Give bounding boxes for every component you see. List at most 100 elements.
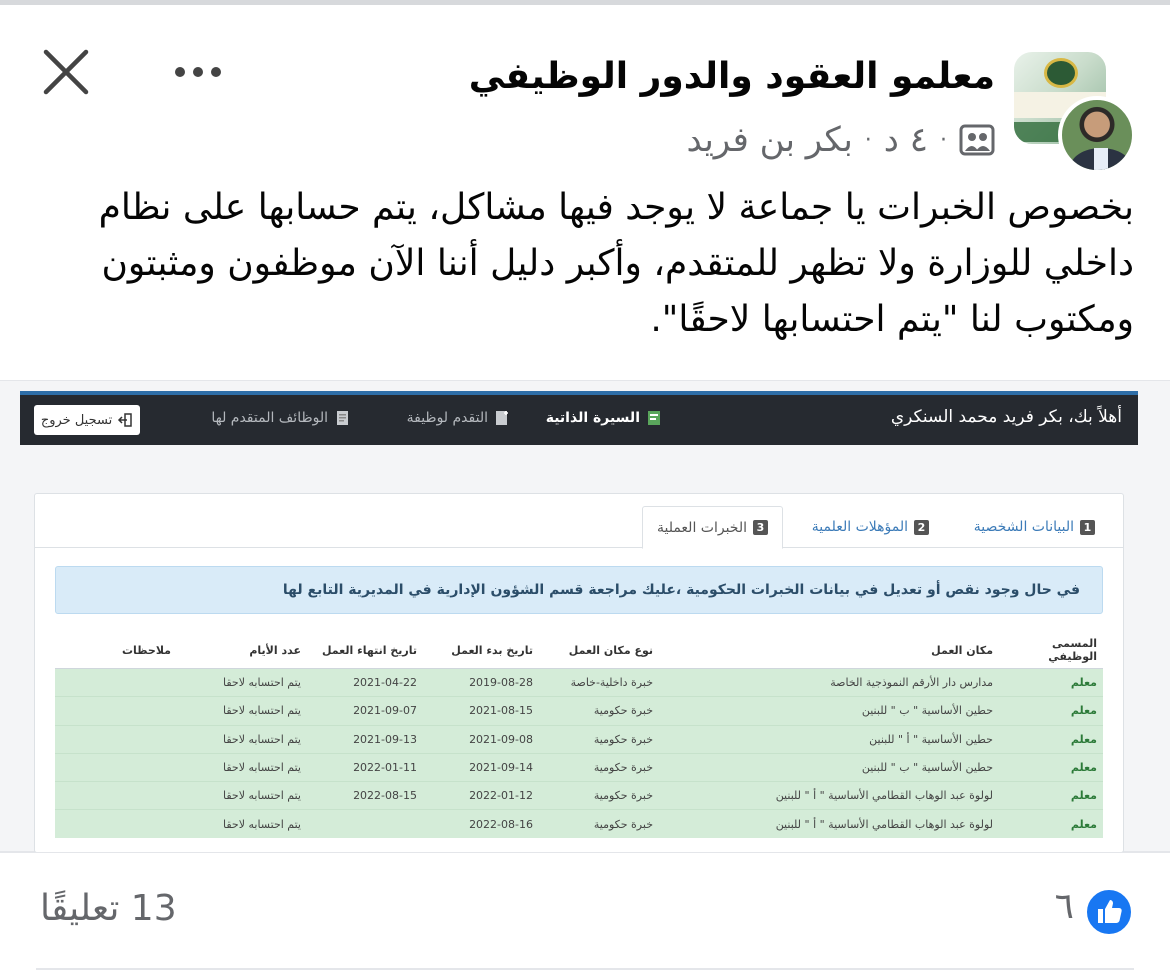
cell-workplace: مدارس دار الأرقم النموذجية الخاصة — [659, 667, 999, 697]
col-notes: ملاحظات — [55, 632, 177, 669]
table-row: معلم حطين الأساسية " ب " للبنين خبرة حكو… — [55, 696, 1103, 726]
logout-icon — [118, 413, 132, 427]
tab-number: 3 — [753, 520, 768, 535]
cell-notes — [55, 809, 177, 839]
cell-workplace-type: خبرة حكومية — [539, 781, 659, 810]
reactions-count[interactable]: ٦ — [1055, 886, 1074, 927]
cell-workplace: حطين الأساسية " أ " للبنين — [659, 724, 999, 754]
nav-apply-label: التقدم لوظيفة — [406, 410, 488, 426]
tab-label: الخبرات العملية — [656, 519, 747, 536]
tab-number: 2 — [914, 519, 929, 535]
cell-workplace-type: خبرة حكومية — [539, 752, 659, 782]
post-text: بخصوص الخبرات يا جماعة لا يوجد فيها مشاك… — [98, 187, 1134, 340]
tab-qualifications[interactable]: 2 المؤهلات العلمية — [798, 506, 943, 548]
comments-count[interactable]: 13 تعليقًا — [40, 888, 177, 929]
cell-start-date: 2019-08-28 — [423, 667, 539, 697]
tab-label: المؤهلات العلمية — [811, 519, 908, 535]
nav-cv[interactable]: السيرة الذاتية — [546, 410, 662, 426]
cell-job-title: معلم — [999, 809, 1103, 839]
cell-job-title: معلم — [999, 752, 1103, 782]
cell-end-date: 2022-08-15 — [307, 781, 423, 810]
cv-icon — [648, 411, 660, 425]
col-end-date: تاريخ انتهاء العمل — [307, 632, 423, 669]
close-icon[interactable] — [40, 46, 92, 98]
post-time[interactable]: ٤ د — [884, 120, 928, 160]
info-alert: في حال وجود نقص أو تعديل في بيانات الخبر… — [55, 566, 1103, 614]
cell-days: يتم احتسابه لاحقا — [177, 752, 307, 782]
cell-job-title: معلم — [999, 724, 1103, 754]
cell-notes — [55, 667, 177, 697]
cell-end-date: 2021-09-13 — [307, 724, 423, 754]
cell-days: يتم احتسابه لاحقا — [177, 667, 307, 697]
nav-cv-label: السيرة الذاتية — [545, 410, 640, 426]
table-row: معلم مدارس دار الأرقم النموذجية الخاصة خ… — [55, 667, 1103, 697]
tab-work-experience[interactable]: 3 الخبرات العملية — [641, 506, 783, 549]
post-avatars[interactable] — [1012, 50, 1136, 174]
cell-days: يتم احتسابه لاحقا — [177, 724, 307, 754]
author-name[interactable]: بكر بن فريد — [687, 120, 853, 160]
cell-workplace: لولوة عبد الوهاب القطامي الأساسية " أ " … — [659, 809, 999, 839]
col-start-date: تاريخ بدء العمل — [423, 632, 539, 669]
post-meta: بكر بن فريد · ٤ د · — [687, 118, 996, 162]
cell-workplace: لولوة عبد الوهاب القطامي الأساسية " أ " … — [659, 781, 999, 810]
attached-screenshot[interactable]: أهلاً بك، بكر فريد محمد السنكري السيرة ا… — [0, 380, 1170, 853]
cell-end-date — [307, 809, 423, 839]
cell-start-date: 2022-01-12 — [423, 781, 539, 810]
footer-divider — [0, 852, 1170, 853]
cell-job-title: معلم — [999, 696, 1103, 726]
bottom-divider — [36, 968, 1134, 970]
meta-separator: · — [864, 127, 872, 153]
welcome-text: أهلاً بك، بكر فريد محمد السنكري — [890, 407, 1122, 427]
table-row: معلم لولوة عبد الوهاب القطامي الأساسية "… — [55, 809, 1103, 839]
cell-days: يتم احتسابه لاحقا — [177, 696, 307, 726]
user-avatar[interactable] — [1058, 96, 1136, 174]
cell-days: يتم احتسابه لاحقا — [177, 781, 307, 810]
tabs-bar: 1 البيانات الشخصية 2 المؤهلات العلمية 3 … — [35, 494, 1123, 549]
group-audience-icon — [959, 124, 995, 156]
applied-jobs-icon — [337, 411, 348, 425]
cell-job-title: معلم — [999, 667, 1103, 697]
cell-notes — [55, 724, 177, 754]
tab-number: 1 — [1080, 519, 1095, 535]
logout-label: تسجيل خروج — [40, 412, 113, 428]
table-header-row: المسمى الوظيفي مكان العمل نوع مكان العمل… — [55, 632, 1103, 669]
cell-start-date: 2021-09-08 — [423, 724, 539, 754]
cell-end-date: 2021-04-22 — [307, 667, 423, 697]
table-row: معلم حطين الأساسية " ب " للبنين خبرة حكو… — [55, 752, 1103, 782]
cell-start-date: 2021-09-14 — [423, 752, 539, 782]
cell-start-date: 2022-08-16 — [423, 809, 539, 839]
cell-workplace: حطين الأساسية " ب " للبنين — [659, 696, 999, 726]
cell-workplace: حطين الأساسية " ب " للبنين — [659, 752, 999, 782]
table-row: معلم لولوة عبد الوهاب القطامي الأساسية "… — [55, 781, 1103, 810]
cell-job-title: معلم — [999, 781, 1103, 810]
meta-separator-2: · — [940, 127, 947, 153]
logout-button[interactable]: تسجيل خروج — [34, 405, 140, 435]
more-options-icon[interactable] — [172, 62, 224, 82]
apply-icon — [496, 411, 508, 425]
app-navbar: أهلاً بك، بكر فريد محمد السنكري السيرة ا… — [20, 391, 1138, 445]
cell-workplace-type: خبرة حكومية — [539, 809, 659, 839]
cell-end-date: 2021-09-07 — [307, 696, 423, 726]
nav-applied-jobs-label: الوظائف المتقدم لها — [211, 410, 328, 426]
col-days: عدد الأيام — [177, 632, 307, 669]
experience-table: المسمى الوظيفي مكان العمل نوع مكان العمل… — [55, 632, 1103, 839]
cell-notes — [55, 696, 177, 726]
like-reaction-icon[interactable] — [1084, 887, 1134, 937]
tab-label: البيانات الشخصية — [973, 519, 1074, 535]
tab-personal-data[interactable]: 1 البيانات الشخصية — [960, 506, 1109, 548]
col-workplace: مكان العمل — [659, 632, 999, 669]
cell-start-date: 2021-08-15 — [423, 696, 539, 726]
cell-notes — [55, 752, 177, 782]
cell-workplace-type: خبرة داخلية-خاصة — [539, 667, 659, 697]
cell-end-date: 2022-01-11 — [307, 752, 423, 782]
group-name[interactable]: معلمو العقود والدور الوظيفي — [469, 56, 995, 97]
cell-notes — [55, 781, 177, 810]
col-job-title: المسمى الوظيفي — [999, 632, 1103, 669]
table-row: معلم حطين الأساسية " أ " للبنين خبرة حكو… — [55, 724, 1103, 754]
experience-panel: 1 البيانات الشخصية 2 المؤهلات العلمية 3 … — [34, 493, 1124, 853]
cell-workplace-type: خبرة حكومية — [539, 696, 659, 726]
nav-applied-jobs[interactable]: الوظائف المتقدم لها — [211, 410, 350, 426]
top-divider — [0, 0, 1170, 5]
cell-workplace-type: خبرة حكومية — [539, 724, 659, 754]
nav-apply[interactable]: التقدم لوظيفة — [407, 410, 510, 426]
